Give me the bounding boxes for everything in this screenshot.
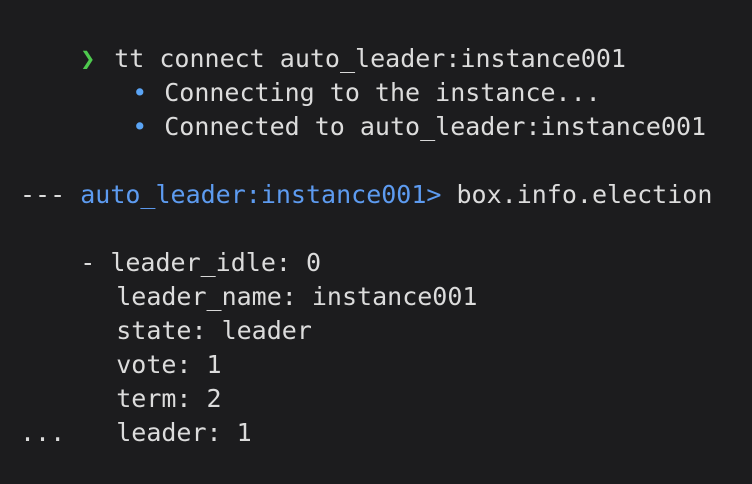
- console-prompt: auto_leader:instance001>: [80, 180, 442, 209]
- bullet-icon: •: [132, 78, 148, 107]
- yaml-text: leader: 1: [116, 418, 252, 447]
- command-line: ❯ tt connect auto_leader:instance001: [20, 8, 752, 73]
- console-input-line[interactable]: auto_leader:instance001> box.info.electi…: [20, 144, 752, 209]
- yaml-text: state: leader: [116, 316, 312, 345]
- yaml-line: - leader_idle: 0: [20, 212, 752, 277]
- console-command: box.info.election: [441, 180, 713, 209]
- bullet-icon: •: [132, 112, 148, 141]
- yaml-text: term: 2: [116, 384, 222, 413]
- prompt-chevron-icon: ❯: [80, 44, 96, 73]
- yaml-dash: -: [80, 248, 111, 277]
- message-text: Connecting to the instance...: [164, 78, 601, 107]
- yaml-text: leader_idle: 0: [110, 248, 322, 277]
- command-text: tt connect auto_leader:instance001: [114, 44, 626, 73]
- terminal-window[interactable]: ❯ tt connect auto_leader:instance001 • Con…: [0, 0, 752, 470]
- yaml-text: leader_name: instance001: [116, 282, 478, 311]
- message-text: Connected to auto_leader:instance001: [164, 112, 707, 141]
- yaml-text: vote: 1: [116, 350, 222, 379]
